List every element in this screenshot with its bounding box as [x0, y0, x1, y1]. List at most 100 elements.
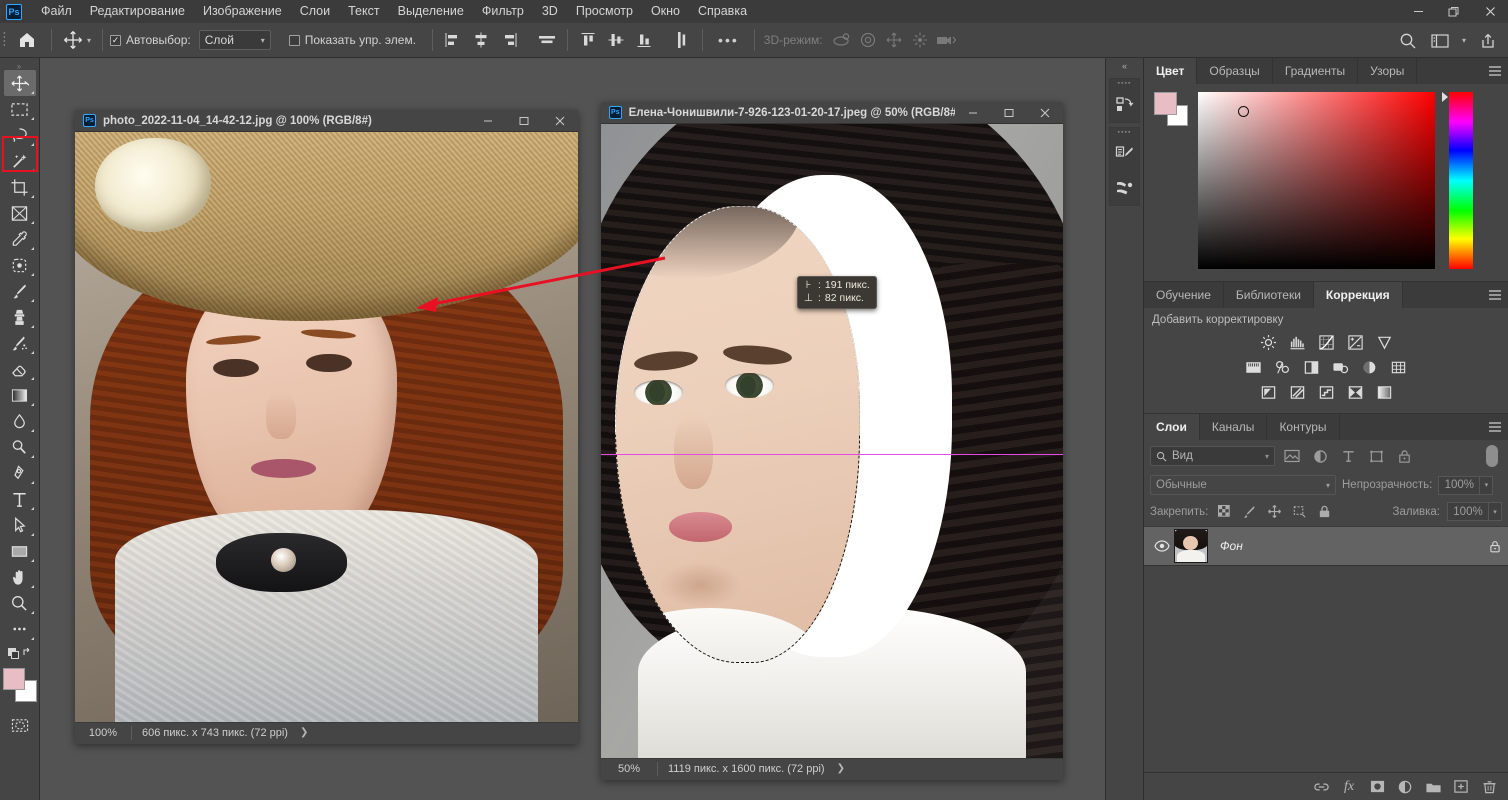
filter-text-icon[interactable] — [1337, 446, 1359, 466]
menu-item-image[interactable]: Изображение — [194, 1, 291, 22]
tool-eraser[interactable] — [4, 356, 36, 382]
close-button[interactable] — [1472, 0, 1508, 23]
options-bar-grip[interactable] — [0, 23, 10, 58]
align-center-vertical-icon[interactable] — [603, 28, 629, 52]
menu-item-select[interactable]: Выделение — [389, 1, 473, 22]
tool-lasso[interactable] — [4, 122, 36, 148]
restore-button[interactable] — [1436, 0, 1472, 23]
opacity-value[interactable]: 100% — [1438, 475, 1481, 495]
tool-magic-wand[interactable] — [4, 148, 36, 174]
filter-shape-icon[interactable] — [1365, 446, 1387, 466]
layers-panel-menu-icon[interactable] — [1482, 414, 1508, 440]
filter-smartobject-icon[interactable] — [1393, 446, 1415, 466]
tool-history-brush[interactable] — [4, 330, 36, 356]
align-left-icon[interactable] — [440, 28, 466, 52]
layer-filter-toggle[interactable] — [1486, 445, 1498, 467]
document-2-titlebar[interactable]: Ps Елена-Чонишвили-7-926-123-01-20-17.jp… — [601, 102, 1063, 124]
chevron-down-icon[interactable]: ▾ — [1265, 452, 1269, 461]
tab-adjustments[interactable]: Коррекция — [1313, 282, 1403, 308]
link-layers-icon[interactable] — [1309, 775, 1333, 799]
tab-layers[interactable]: Слои — [1144, 414, 1200, 440]
chevron-down-icon[interactable]: ▾ — [1456, 27, 1472, 55]
photo-filter-icon[interactable] — [1331, 357, 1351, 377]
layer-locked-icon[interactable] — [1488, 539, 1502, 554]
tool-hand[interactable] — [4, 564, 36, 590]
tab-channels[interactable]: Каналы — [1199, 414, 1268, 440]
foreground-color-swatch[interactable] — [2, 668, 25, 690]
gradient-map-icon[interactable] — [1345, 382, 1365, 402]
fill-stepper-icon[interactable]: ▾ — [1489, 502, 1502, 521]
tool-frame[interactable] — [4, 200, 36, 226]
color-field[interactable] — [1198, 92, 1435, 269]
document-2-status-chevron-icon[interactable]: ❯ — [837, 763, 845, 774]
brightness-contrast-icon[interactable] — [1258, 332, 1278, 352]
layer-visibility-eye-icon[interactable] — [1150, 540, 1174, 552]
invert-icon[interactable] — [1258, 382, 1278, 402]
lock-image-icon[interactable] — [1240, 503, 1258, 521]
tab-swatches[interactable]: Образцы — [1197, 58, 1273, 84]
moved-face-selection[interactable] — [614, 206, 860, 663]
tool-move[interactable] — [3, 70, 36, 96]
doc1-maximize-button[interactable] — [506, 110, 542, 132]
quick-mask-icon[interactable] — [4, 712, 36, 738]
brush-presets-icon[interactable] — [1110, 171, 1139, 205]
color-swatches[interactable] — [2, 668, 37, 702]
menu-item-edit[interactable]: Редактирование — [81, 1, 194, 22]
posterize-icon[interactable] — [1287, 382, 1307, 402]
adjustments-panel-menu-icon[interactable] — [1482, 282, 1508, 308]
color-panel-foreground-swatch[interactable] — [1154, 92, 1177, 115]
tool-more[interactable] — [4, 616, 36, 642]
tool-clone-stamp[interactable] — [4, 304, 36, 330]
lock-transparency-icon[interactable] — [1215, 503, 1233, 521]
doc2-maximize-button[interactable] — [991, 102, 1027, 124]
hue-slider[interactable] — [1442, 92, 1473, 269]
tab-paths[interactable]: Контуры — [1267, 414, 1340, 440]
black-white-icon[interactable] — [1302, 357, 1322, 377]
color-balance-icon[interactable] — [1273, 357, 1293, 377]
tab-patterns[interactable]: Узоры — [1358, 58, 1418, 84]
filter-image-icon[interactable] — [1281, 446, 1303, 466]
menu-item-help[interactable]: Справка — [689, 1, 756, 22]
show-controls-checkbox[interactable] — [288, 34, 300, 46]
tool-marquee[interactable] — [4, 96, 36, 122]
doc2-minimize-button[interactable] — [955, 102, 991, 124]
fill-value[interactable]: 100% — [1447, 502, 1489, 521]
layer-name[interactable]: Фон — [1220, 539, 1243, 553]
channel-mixer-icon[interactable] — [1360, 357, 1380, 377]
toolbar-collapse-icon[interactable]: » — [0, 62, 39, 71]
autoselect-checkbox[interactable]: ✓ — [110, 34, 122, 46]
tool-rectangle[interactable] — [4, 538, 36, 564]
exposure-icon[interactable] — [1345, 332, 1365, 352]
curves-icon[interactable] — [1316, 332, 1336, 352]
menu-item-view[interactable]: Просмотр — [567, 1, 642, 22]
align-center-horizontal-icon[interactable] — [468, 28, 494, 52]
layer-thumbnail[interactable] — [1174, 529, 1208, 563]
document-1-zoom[interactable]: 100% — [75, 727, 131, 739]
new-group-icon[interactable] — [1421, 775, 1445, 799]
default-colors-icon[interactable] — [4, 642, 36, 664]
current-tool-move-icon[interactable]: ▾ — [59, 30, 95, 50]
align-bottom-icon[interactable] — [631, 28, 657, 52]
align-right-icon[interactable] — [496, 28, 522, 52]
tool-path-selection[interactable] — [4, 512, 36, 538]
distribute-horizontal-icon[interactable] — [534, 28, 560, 52]
minimize-button[interactable] — [1400, 0, 1436, 23]
color-picker-handle[interactable] — [1238, 106, 1249, 117]
menu-item-text[interactable]: Текст — [339, 1, 388, 22]
opacity-stepper-icon[interactable]: ▾ — [1480, 475, 1494, 495]
lock-artboard-icon[interactable] — [1290, 503, 1308, 521]
autoselect-select[interactable]: Слой ▾ — [198, 30, 271, 50]
new-adjustment-icon[interactable] — [1393, 775, 1417, 799]
blend-mode-select[interactable]: Обычные ▾ — [1150, 475, 1336, 495]
align-top-icon[interactable] — [575, 28, 601, 52]
color-panel-menu-icon[interactable] — [1482, 58, 1508, 84]
share-icon[interactable] — [1472, 27, 1504, 55]
document-1-status-chevron-icon[interactable]: ❯ — [300, 727, 308, 738]
document-2-zoom[interactable]: 50% — [601, 763, 657, 775]
hue-saturation-icon[interactable] — [1244, 357, 1264, 377]
delete-layer-icon[interactable] — [1477, 775, 1501, 799]
color-panel-swatches[interactable] — [1154, 92, 1188, 126]
menu-item-window[interactable]: Окно — [642, 1, 689, 22]
selective-color-icon[interactable] — [1374, 382, 1394, 402]
tool-crop[interactable] — [4, 174, 36, 200]
